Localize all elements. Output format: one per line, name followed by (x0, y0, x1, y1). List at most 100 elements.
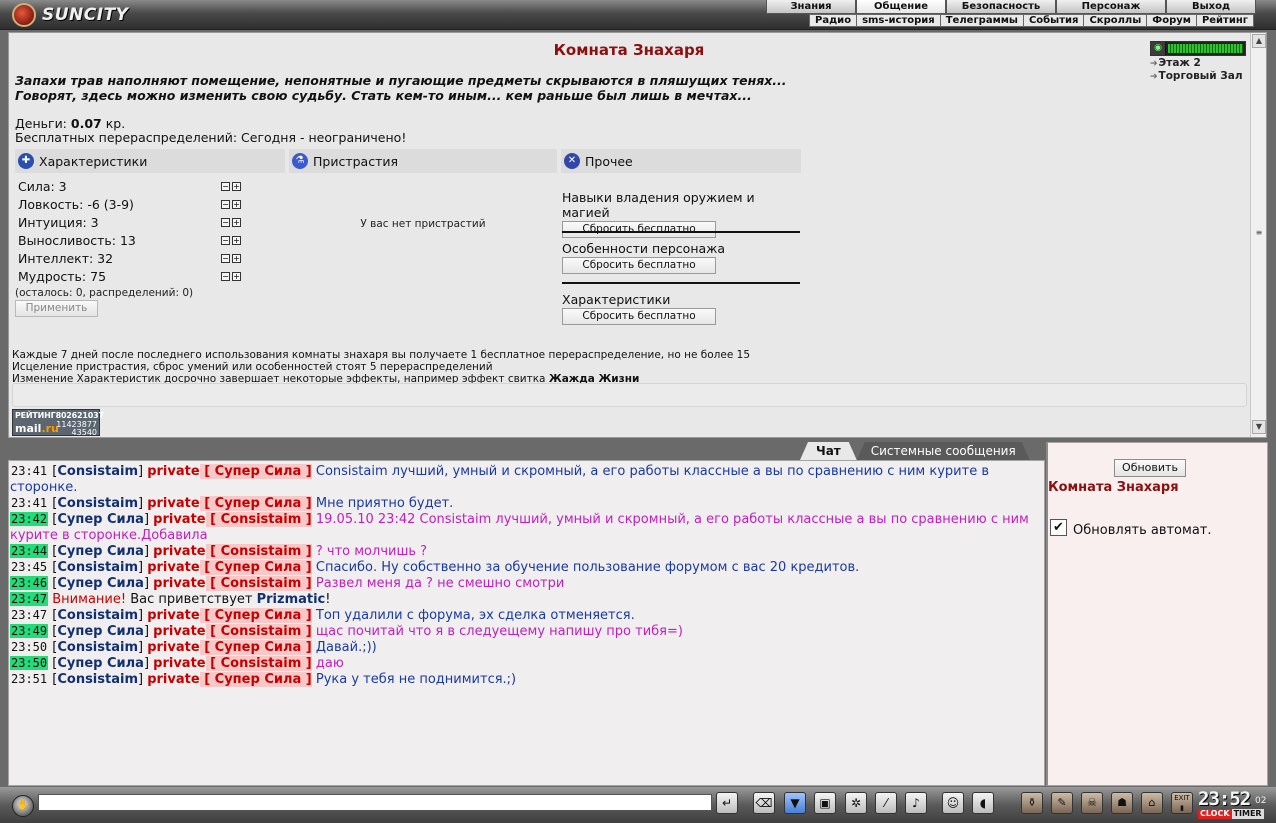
tab-chat[interactable]: Чат (800, 442, 857, 460)
mask-icon[interactable]: ☗ (1111, 792, 1133, 814)
skull-icon[interactable]: ☠ (1081, 792, 1103, 814)
minus-button[interactable]: − (221, 218, 230, 227)
subnav-events[interactable]: События (1024, 15, 1085, 26)
scroll-grip-icon[interactable]: ≡ (1252, 229, 1266, 239)
message-time[interactable]: 23:44 (10, 544, 49, 558)
money-unit: кр. (105, 116, 126, 131)
exit-icon[interactable]: EXIT ▮ (1171, 792, 1193, 814)
clock-label[interactable]: CLOCK (1198, 809, 1232, 819)
private-tag[interactable]: private [ Consistaim ] (153, 544, 312, 559)
nav-communication[interactable]: Общение (856, 0, 946, 14)
private-tag[interactable]: private [ Супер Сила ] (147, 464, 312, 479)
sender-nick[interactable]: Consistaim (57, 560, 138, 575)
private-tag[interactable]: private [ Consistaim ] (153, 656, 312, 671)
reset-features-button[interactable]: Сбросить бесплатно (562, 257, 716, 274)
map-icon[interactable]: ◉ (1151, 42, 1166, 55)
nav-character[interactable]: Персонаж (1056, 0, 1166, 14)
private-tag[interactable]: private [ Consistaim ] (153, 576, 312, 591)
timer-label[interactable]: TIMER (1231, 809, 1264, 819)
reset-skills-button[interactable]: Сбросить бесплатно (562, 221, 716, 238)
private-tag[interactable]: private [ Супер Сила ] (147, 496, 312, 511)
sender-nick[interactable]: Consistaim (57, 608, 138, 623)
message-time[interactable]: 23:45 (10, 560, 48, 574)
message-time[interactable]: 23:50 (10, 640, 48, 654)
location-link-trade-hall[interactable]: ➔Торговый Зал (1150, 70, 1246, 82)
sender-nick[interactable]: Consistaim (57, 496, 138, 511)
plus-button[interactable]: + (232, 200, 241, 209)
minus-button[interactable]: − (221, 182, 230, 191)
subnav-rating[interactable]: Рейтинг (1197, 15, 1253, 26)
plus-button[interactable]: + (232, 254, 241, 263)
message-time[interactable]: 23:51 (10, 672, 48, 686)
message-time[interactable]: 23:46 (10, 576, 49, 590)
music-icon[interactable]: ♪ (905, 792, 927, 814)
plus-button[interactable]: + (232, 272, 241, 281)
private-tag[interactable]: private [ Consistaim ] (153, 624, 312, 639)
sender-nick[interactable]: Consistaim (57, 640, 138, 655)
hand-icon[interactable]: ✋ (12, 795, 34, 817)
recipient-nick: Супер Сила (214, 496, 302, 511)
auto-refresh-checkbox[interactable]: ✔ (1050, 519, 1067, 536)
chat-input[interactable] (38, 794, 712, 811)
enter-icon[interactable]: ↵ (716, 792, 738, 814)
sender-nick[interactable]: Супер Сила (57, 624, 144, 639)
subnav-scrolls[interactable]: Скроллы (1084, 15, 1148, 26)
eraser-icon[interactable]: ⌫ (753, 792, 775, 814)
plus-button[interactable]: + (232, 182, 241, 191)
subnav-telegrams[interactable]: Телеграммы (941, 15, 1024, 26)
potion-icon[interactable]: ⚱ (1021, 792, 1043, 814)
sender-nick[interactable]: Супер Сила (57, 544, 144, 559)
nav-exit[interactable]: Выход (1166, 0, 1256, 14)
translit-icon[interactable]: ⁄ (875, 792, 897, 814)
minus-button[interactable]: − (221, 236, 230, 245)
message-time[interactable]: 23:41 (10, 464, 48, 478)
filter-icon[interactable]: ▼ (784, 792, 806, 814)
minus-button[interactable]: − (221, 272, 230, 281)
message-time[interactable]: 23:47 (10, 608, 48, 622)
location-link-floor2[interactable]: ➔Этаж 2 (1150, 57, 1246, 69)
message-time[interactable]: 23:50 (10, 656, 49, 670)
mailru-counter[interactable]: РЕЙТИНГ802621037 mail.ru 11423877 43540 (12, 409, 104, 437)
sender-nick[interactable]: Супер Сила (57, 656, 144, 671)
private-tag[interactable]: private [ Супер Сила ] (147, 608, 312, 623)
minus-button[interactable]: − (221, 200, 230, 209)
subnav-sms-history[interactable]: sms-история (857, 15, 941, 26)
tab-system-messages[interactable]: Системные сообщения (857, 442, 1030, 460)
scroll-up-icon[interactable]: ▲ (1252, 34, 1266, 48)
current-room-name[interactable]: Комната Знахаря (1048, 480, 1179, 495)
chat-message: 23:47 [Consistaim] private [ Супер Сила … (10, 608, 635, 623)
subnav-forum[interactable]: Форум (1147, 15, 1197, 26)
scroll-down-icon[interactable]: ▼ (1252, 420, 1266, 434)
message-time[interactable]: 23:41 (10, 496, 48, 510)
refresh-button[interactable]: Обновить (1114, 459, 1186, 477)
message-time[interactable]: 23:42 (10, 512, 49, 526)
room-scrollbar[interactable]: ▲ ≡ ▼ (1250, 33, 1266, 437)
sender-nick[interactable]: Consistaim (57, 464, 138, 479)
message-time[interactable]: 23:47 (10, 592, 49, 606)
save-icon[interactable]: ▣ (814, 792, 836, 814)
minus-button[interactable]: − (221, 254, 230, 263)
description-line: Запахи трав наполняют помещение, непонят… (15, 73, 787, 88)
greeter-nick[interactable]: Prizmatic (257, 592, 326, 607)
nav-knowledge[interactable]: Знания (766, 0, 856, 14)
smiley-icon[interactable]: ☺ (942, 792, 964, 814)
sender-nick[interactable]: Consistaim (57, 672, 138, 687)
scroll-icon[interactable]: ✎ (1051, 792, 1073, 814)
nav-security[interactable]: Безопасность (946, 0, 1056, 14)
private-tag[interactable]: private [ Супер Сила ] (147, 672, 312, 687)
message-time[interactable]: 23:49 (10, 624, 49, 638)
subnav-radio[interactable]: Радио (810, 15, 858, 26)
speaker-icon[interactable]: ◖ (972, 792, 994, 814)
private-tag[interactable]: private [ Consistaim ] (153, 512, 312, 527)
private-tag[interactable]: private [ Супер Сила ] (147, 560, 312, 575)
plus-button[interactable]: + (232, 236, 241, 245)
apply-button[interactable]: Применить (15, 300, 98, 317)
sender-nick[interactable]: Супер Сила (57, 576, 144, 591)
plus-button[interactable]: + (232, 218, 241, 227)
private-tag[interactable]: private [ Супер Сила ] (147, 640, 312, 655)
reset-stats-button[interactable]: Сбросить бесплатно (562, 308, 716, 325)
dance-icon[interactable]: ✲ (845, 792, 867, 814)
lock-icon[interactable]: ⌂ (1141, 792, 1163, 814)
location-bar[interactable]: ◉ (1150, 41, 1246, 56)
sender-nick[interactable]: Супер Сила (57, 512, 144, 527)
